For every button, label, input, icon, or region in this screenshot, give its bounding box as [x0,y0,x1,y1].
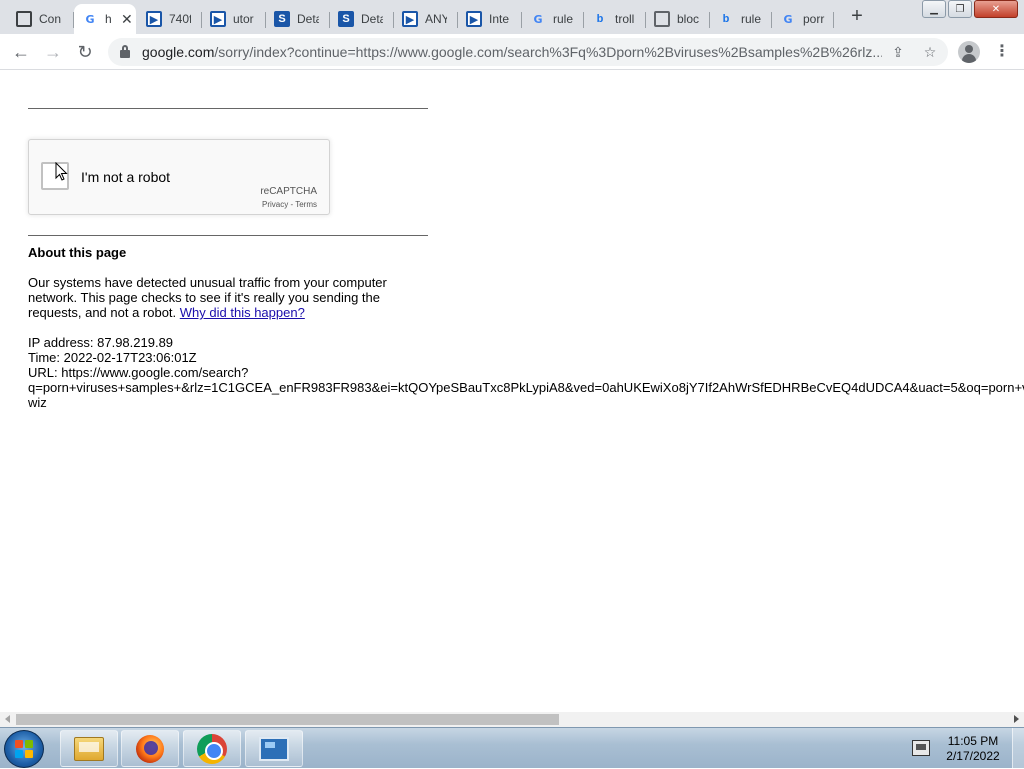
window-controls: ▁ ❐ ✕ [922,0,1018,20]
firefox-icon [136,734,164,763]
bing-icon: b [596,13,604,25]
recaptcha-label: I'm not a robot [81,169,171,185]
address-bar[interactable]: google.com/sorry/index?continue=https://… [108,38,948,66]
taskbar-firefox[interactable] [121,730,179,767]
divider [28,235,428,236]
tab-4[interactable]: ▶ utor [202,4,266,34]
reload-icon[interactable]: ↻ [74,41,96,63]
clock-date: 2/17/2022 [946,749,1000,763]
tab-11[interactable]: bloc [646,4,710,34]
tab-title: bloc [677,12,699,26]
anyrun-icon: ▶ [146,11,162,27]
page-content: I'm not a robot reCAPTCHA Privacy - Term… [0,71,1024,712]
minimize-button[interactable]: ▁ [922,0,946,18]
tab-title: utor [233,12,254,26]
why-link[interactable]: Why did this happen? [180,305,305,320]
folder-icon [74,736,104,761]
scroll-left-arrow-icon[interactable] [5,715,10,723]
anyrun-icon: ▶ [210,11,226,27]
tab-7[interactable]: ▶ ANY [394,4,458,34]
s-icon: S [338,11,354,27]
tab-13[interactable]: G porr [772,4,834,34]
divider [28,108,428,109]
show-desktop-button[interactable] [1012,728,1024,769]
tab-title: Con [39,12,61,26]
ip-address: IP address: 87.98.219.89 [28,335,174,350]
google-icon: G [85,12,95,26]
tab-12[interactable]: b rule [710,4,772,34]
time-stamp: Time: 2022-02-17T23:06:01Z [28,350,197,365]
bing-icon: b [722,13,730,25]
start-button[interactable] [4,730,44,768]
chrome-icon [197,733,227,764]
url-line: URL: https://www.google.com/search? [28,365,249,380]
tab-title: h [105,12,112,26]
url-path: /sorry/index?continue=https://www.google… [214,44,882,60]
profile-avatar-icon[interactable] [958,41,980,63]
tab-title: Deta [297,12,319,26]
tab-title: ANY [425,12,447,26]
tab-title: porr [803,12,825,26]
tab-title: Deta [361,12,383,26]
tab-9[interactable]: G rule [522,4,584,34]
url-text[interactable]: google.com/sorry/index?continue=https://… [142,44,882,60]
lock-icon[interactable] [120,45,130,58]
taskbar-remote-desktop[interactable] [245,730,303,767]
taskbar-explorer[interactable] [60,730,118,767]
kebab-menu-icon[interactable]: ⋮ [994,42,1010,62]
mouse-cursor-icon [55,162,68,181]
tab-title: troll [615,12,635,26]
taskbar: 11:05 PM 2/17/2022 [0,727,1024,769]
forward-arrow-icon[interactable]: → [42,41,64,63]
url-host: google.com [142,44,215,60]
tab-strip: Con G h ✕ ▶ 740f ▶ utor S Deta S Deta ▶ … [0,0,1024,34]
scroll-right-arrow-icon[interactable] [1014,715,1019,723]
url-query: q=porn+viruses+samples+&rlz=1C1GCEA_enFR… [28,380,1024,395]
recaptcha-widget: I'm not a robot reCAPTCHA Privacy - Term… [28,139,330,215]
system-clock[interactable]: 11:05 PM 2/17/2022 [938,734,1008,764]
anyrun-icon: ▶ [466,11,482,27]
clock-time: 11:05 PM [947,734,999,748]
tab-title: rule [553,12,574,26]
remote-desktop-icon [259,736,289,761]
anyrun-icon: ▶ [402,11,418,27]
tab-3[interactable]: ▶ 740f [138,4,202,34]
restore-button[interactable]: ❐ [948,0,972,18]
tab-2-active[interactable]: G h ✕ [74,4,136,34]
horizontal-scrollbar[interactable] [0,712,1024,727]
new-tab-button[interactable]: + [848,6,866,28]
browser-toolbar: ← → ↻ google.com/sorry/index?continue=ht… [0,34,1024,70]
tab-10[interactable]: b troll [584,4,646,34]
recaptcha-brand: reCAPTCHA [260,186,317,197]
recaptcha-privacy-terms[interactable]: Privacy - Terms [262,200,317,209]
back-arrow-icon[interactable]: ← [10,41,32,63]
tab-title: 740f [169,12,191,26]
s-icon: S [274,11,290,27]
tab-title: Inte [489,12,510,26]
explanation-paragraph: Our systems have detected unusual traffi… [28,275,408,320]
tab-8[interactable]: ▶ Inte [458,4,522,34]
close-tab-icon[interactable]: ✕ [121,11,133,28]
share-icon[interactable]: ⇪ [888,42,908,62]
tab-5[interactable]: S Deta [266,4,330,34]
tab-6[interactable]: S Deta [330,4,394,34]
google-icon: G [783,12,793,26]
taskbar-chrome[interactable] [183,730,241,767]
bookmark-star-icon[interactable]: ☆ [920,42,940,62]
windows-logo-icon [15,740,33,758]
scrollbar-thumb[interactable] [16,714,559,725]
tab-title: rule [741,12,762,26]
globe-icon [654,11,670,27]
network-tray-icon[interactable] [912,740,930,756]
url-query-end: wiz [28,395,47,410]
tab-1[interactable]: Con [8,4,74,34]
google-icon: G [533,12,543,26]
github-icon [16,11,32,27]
close-window-button[interactable]: ✕ [974,0,1018,18]
about-title: About this page [28,245,127,260]
